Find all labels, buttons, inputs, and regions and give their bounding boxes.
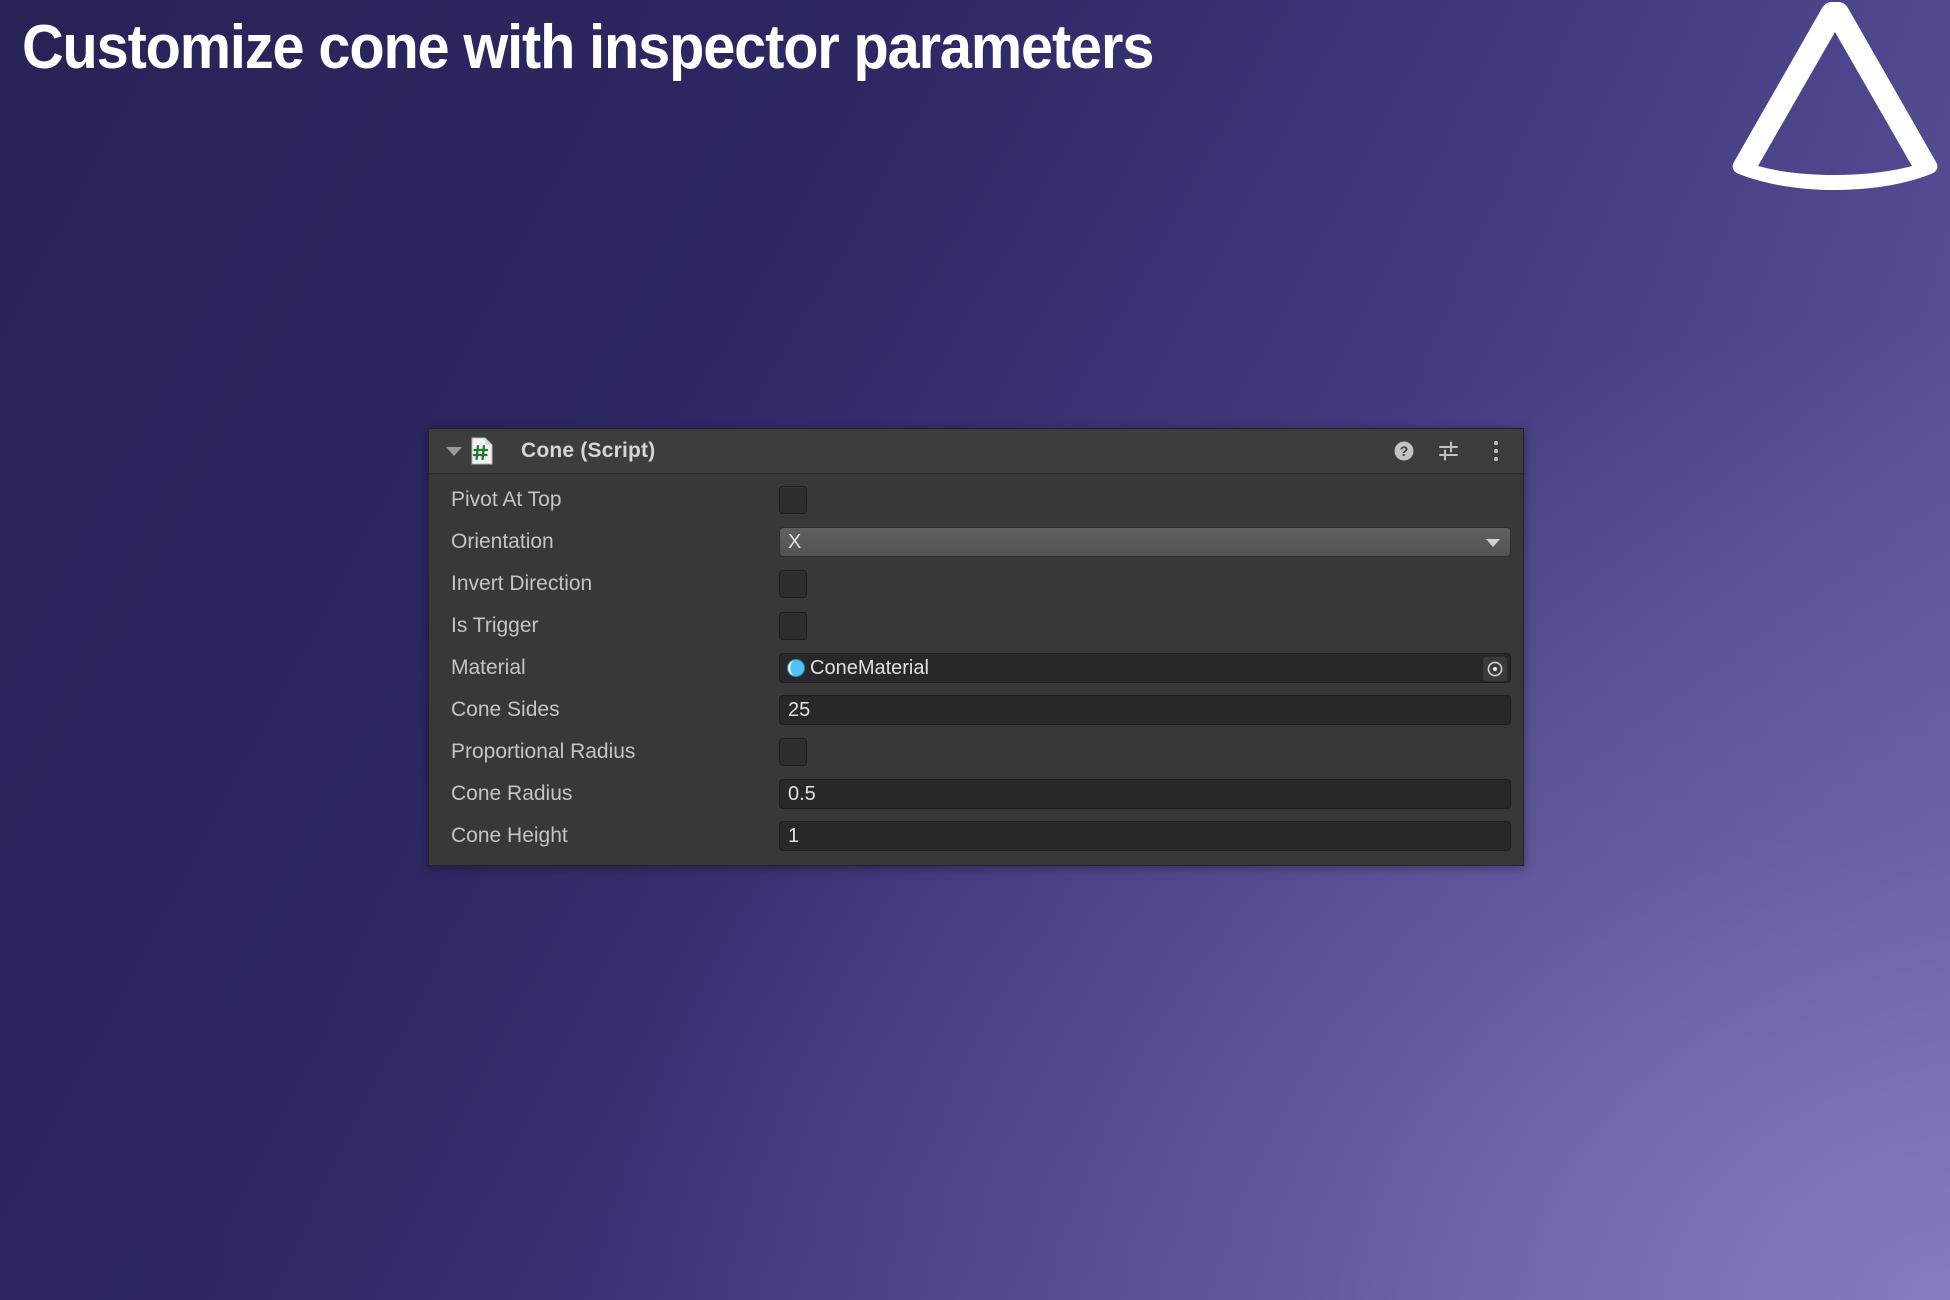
property-row-orientation: Orientation X <box>429 521 1523 563</box>
inspector-panel: Cone (Script) ? Pivot At Top Orientation… <box>428 428 1524 866</box>
component-header[interactable]: Cone (Script) ? <box>429 429 1523 474</box>
page-title: Customize cone with inspector parameters <box>22 13 1154 82</box>
component-title: Cone (Script) <box>521 439 656 462</box>
triangle-down-icon[interactable] <box>441 446 467 456</box>
material-object-field[interactable]: ConeMaterial <box>779 653 1511 683</box>
property-row-pivot-at-top: Pivot At Top <box>429 479 1523 521</box>
orientation-value: X <box>788 530 802 553</box>
help-question-icon[interactable]: ? <box>1391 438 1417 464</box>
cone-radius-input[interactable]: 0.5 <box>779 779 1511 809</box>
property-rows: Pivot At Top Orientation X Invert Direct… <box>429 474 1523 857</box>
material-sphere-icon <box>787 659 805 677</box>
property-row-proportional-radius: Proportional Radius <box>429 731 1523 773</box>
preset-sliders-icon[interactable] <box>1437 438 1463 464</box>
property-label: Cone Height <box>451 824 568 847</box>
property-label: Is Trigger <box>451 614 539 637</box>
property-label: Material <box>451 656 526 679</box>
property-row-cone-radius: Cone Radius 0.5 <box>429 773 1523 815</box>
property-label: Cone Sides <box>451 698 560 721</box>
property-row-is-trigger: Is Trigger <box>429 605 1523 647</box>
property-row-invert-direction: Invert Direction <box>429 563 1523 605</box>
csharp-script-icon <box>469 436 495 466</box>
property-label: Cone Radius <box>451 782 573 805</box>
kebab-menu-icon[interactable] <box>1483 438 1509 464</box>
chevron-down-icon <box>1486 539 1500 547</box>
is-trigger-checkbox[interactable] <box>779 612 807 640</box>
object-picker-icon[interactable] <box>1483 657 1507 681</box>
proportional-radius-checkbox[interactable] <box>779 738 807 766</box>
pivot-at-top-checkbox[interactable] <box>779 486 807 514</box>
property-row-cone-sides: Cone Sides 25 <box>429 689 1523 731</box>
property-label: Invert Direction <box>451 572 593 595</box>
cone-sides-input[interactable]: 25 <box>779 695 1511 725</box>
cone-outline-icon <box>1732 2 1938 190</box>
property-row-cone-height: Cone Height 1 <box>429 815 1523 857</box>
property-label: Orientation <box>451 530 554 553</box>
cone-height-input[interactable]: 1 <box>779 821 1511 851</box>
svg-text:?: ? <box>1400 443 1409 459</box>
property-label: Proportional Radius <box>451 740 636 763</box>
orientation-dropdown[interactable]: X <box>779 527 1511 557</box>
material-value: ConeMaterial <box>810 656 929 679</box>
property-label: Pivot At Top <box>451 488 562 511</box>
property-row-material: Material ConeMaterial <box>429 647 1523 689</box>
invert-direction-checkbox[interactable] <box>779 570 807 598</box>
